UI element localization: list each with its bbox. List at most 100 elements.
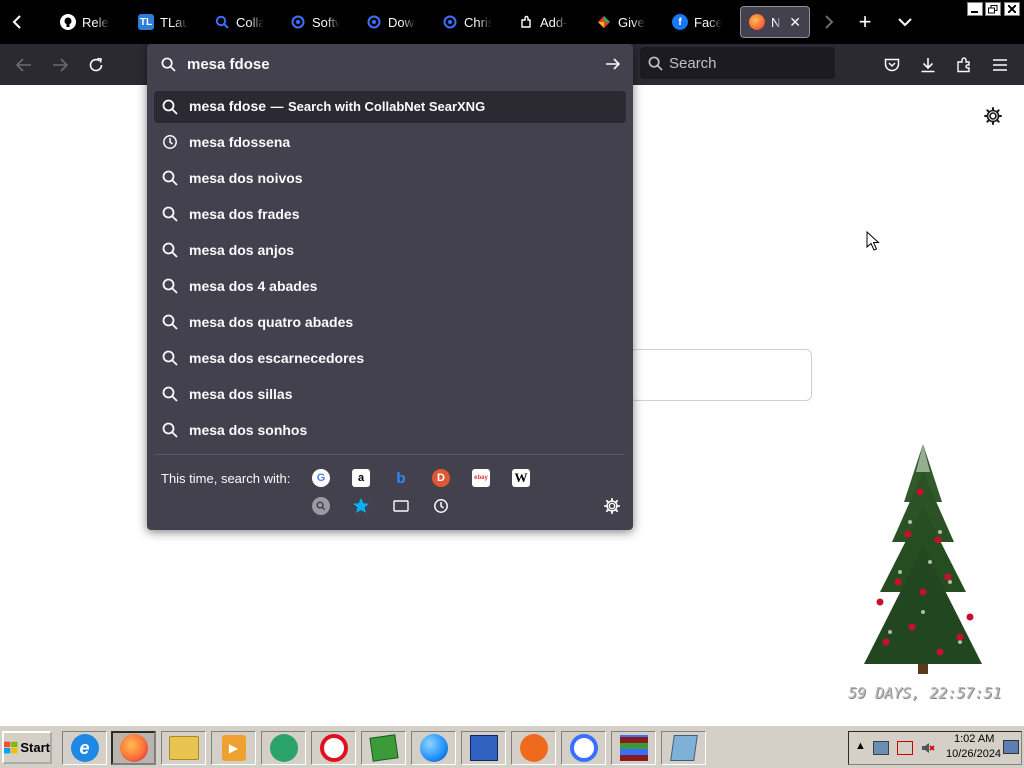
taskbar-app-opera[interactable]: O: [311, 731, 356, 765]
suggestion-item[interactable]: mesa dos sillas: [154, 378, 626, 410]
taskbar-app-network[interactable]: [461, 731, 506, 765]
taskbar-app-file-explorer[interactable]: [161, 731, 206, 765]
minimize-button[interactable]: [967, 2, 983, 16]
suggestion-item[interactable]: mesa dos 4 abades: [154, 270, 626, 302]
searxng-app-icon: [569, 734, 598, 762]
back-arrow-icon: [16, 58, 31, 72]
volume-muted-icon[interactable]: [921, 741, 935, 755]
suggestion-item[interactable]: mesa dos escarnecedores: [154, 342, 626, 374]
amazon-icon[interactable]: a: [352, 469, 370, 487]
scroll-tabs-right-button[interactable]: [814, 0, 844, 44]
search-icon: [162, 278, 178, 294]
restore-button[interactable]: [985, 2, 1001, 16]
searxng-icon: [442, 14, 458, 30]
tab-add-ons[interactable]: Add-ons: [510, 6, 586, 38]
bookmarks-star-icon[interactable]: [352, 497, 370, 515]
bing-icon[interactable]: b: [392, 469, 410, 487]
duckduckgo-icon[interactable]: D: [432, 469, 450, 487]
taskbar-app-firefox[interactable]: [111, 731, 156, 765]
tab-release[interactable]: Release: [52, 6, 126, 38]
tab-new-tab[interactable]: New Tab ✕: [740, 6, 810, 38]
reload-button[interactable]: [82, 52, 110, 78]
clock-time[interactable]: 1:02 AM: [954, 733, 994, 745]
chevron-left-icon: [12, 15, 21, 29]
search-icon: [648, 56, 663, 71]
suggestion-item[interactable]: mesa dos anjos: [154, 234, 626, 266]
close-window-button[interactable]: [1004, 2, 1020, 16]
list-all-tabs-button[interactable]: [890, 0, 920, 44]
history-icon[interactable]: [432, 497, 450, 515]
suggestion-text: mesa dos frades: [189, 206, 300, 222]
taskbar-app-avast[interactable]: [511, 731, 556, 765]
tabs-icon[interactable]: [392, 497, 410, 515]
package-icon: [368, 734, 399, 762]
giveaway-icon: [596, 14, 612, 30]
newtab-search-box[interactable]: [630, 349, 812, 401]
scroll-tabs-left-button[interactable]: [2, 0, 32, 44]
tab-download[interactable]: Download: [358, 6, 432, 38]
browser-icon: [419, 734, 448, 762]
customize-newtab-button[interactable]: [983, 106, 1003, 126]
tab-software[interactable]: Software: [282, 6, 356, 38]
tab-strip: Release TL TLauncher CollabNet Software …: [0, 0, 1024, 44]
tab-facebook[interactable]: f Facebook: [664, 6, 738, 38]
suggestion-item[interactable]: mesa dos sonhos: [154, 414, 626, 446]
taskbar-app-package[interactable]: [361, 731, 406, 765]
search-icon: [162, 206, 178, 222]
download-icon: [921, 58, 935, 73]
new-tab-button[interactable]: +: [850, 0, 880, 44]
taskbar-app-browser[interactable]: [411, 731, 456, 765]
tab-christmas[interactable]: Christmas: [434, 6, 508, 38]
search-settings-gear-icon[interactable]: [603, 497, 621, 515]
taskbar-app-searxng[interactable]: [561, 731, 606, 765]
pocket-icon: [884, 58, 900, 72]
forward-button[interactable]: [46, 52, 74, 78]
tab-title: Facebook: [694, 14, 722, 30]
close-tab-icon[interactable]: ✕: [789, 14, 801, 31]
winrar-icon: [619, 735, 648, 761]
network-tray-icon[interactable]: [873, 741, 889, 755]
display-tray-icon[interactable]: [1003, 740, 1019, 754]
toolbar-search-box[interactable]: Search: [640, 47, 835, 79]
suggestion-item[interactable]: mesa dos noivos: [154, 162, 626, 194]
pocket-button[interactable]: [878, 52, 906, 78]
go-arrow-icon[interactable]: [605, 56, 621, 72]
urlbar-input-row[interactable]: mesa fdose: [147, 44, 633, 84]
tab-collabnet[interactable]: CollabNet: [206, 6, 280, 38]
downloads-button[interactable]: [914, 52, 942, 78]
suggestion-history[interactable]: mesa fdossena: [154, 126, 626, 158]
suggestion-search-engine[interactable]: mesa fdose — Search with CollabNet SearX…: [154, 91, 626, 123]
taskbar-app-internet-explorer[interactable]: e: [62, 731, 107, 765]
start-button[interactable]: Start: [2, 731, 52, 764]
show-hidden-icons-icon[interactable]: ▲: [855, 740, 866, 752]
back-button[interactable]: [10, 52, 38, 78]
searxng-icon: [366, 14, 382, 30]
security-alert-icon[interactable]: [897, 741, 913, 755]
suggestion-item[interactable]: mesa dos quatro abades: [154, 306, 626, 338]
taskbar-app-messenger[interactable]: [261, 731, 306, 765]
hamburger-menu-icon: [993, 59, 1007, 71]
suggestion-text: mesa dos 4 abades: [189, 278, 318, 294]
tab-tlauncher[interactable]: TL TLauncher: [130, 6, 204, 38]
google-icon[interactable]: G: [312, 469, 330, 487]
clock-date[interactable]: 10/26/2024: [946, 748, 1001, 760]
suggestion-text: mesa fdossena: [189, 134, 291, 150]
extensions-button[interactable]: [950, 52, 978, 78]
taskbar-app-notepad[interactable]: [661, 731, 706, 765]
puzzle-icon: [518, 14, 534, 30]
mouse-cursor-icon: [866, 231, 880, 251]
tab-giveaway[interactable]: Giveaway: [588, 6, 662, 38]
search-icon: [162, 314, 178, 330]
tab-title: New Tab: [771, 14, 781, 30]
taskbar-app-media-player[interactable]: ▶: [211, 731, 256, 765]
suggestion-text: mesa dos sillas: [189, 386, 293, 402]
suggestion-text: mesa dos sonhos: [189, 422, 308, 438]
taskbar-app-winrar[interactable]: [611, 731, 656, 765]
search-shortcut-icon[interactable]: [312, 497, 330, 515]
suggestion-item[interactable]: mesa dos frades: [154, 198, 626, 230]
ebay-icon[interactable]: ebay: [472, 469, 490, 487]
urlbar-input[interactable]: mesa fdose: [187, 56, 270, 73]
forward-arrow-icon: [53, 58, 68, 72]
app-menu-button[interactable]: [986, 52, 1014, 78]
wikipedia-icon[interactable]: W: [512, 469, 530, 487]
